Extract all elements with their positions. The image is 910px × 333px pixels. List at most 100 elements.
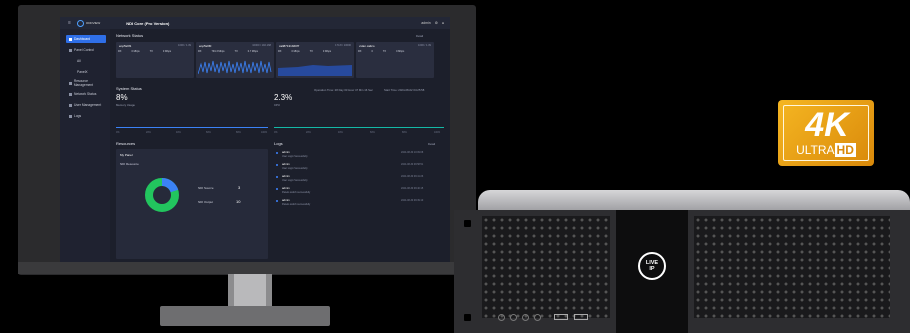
log-dot-icon [276,152,278,154]
live-ip-logo: LIVE IP [638,252,666,280]
axis-tick: 20% [146,131,151,134]
axis-tick: 0% [116,131,120,134]
tx-label: TX [309,50,313,53]
traffic-sparkline [198,60,272,75]
log-dot-icon [276,164,278,166]
notification-icon[interactable]: ● [442,21,444,25]
axis-tick: 0% [274,131,278,134]
log-time: 2024-08-30 09:58:51 [401,163,424,166]
log-time: 2024-08-30 09:40:15 [401,187,424,190]
resource-icon [69,81,72,85]
ndi-output-count: 10 [236,199,241,204]
sidebar-item-label: Dashboard [74,37,91,41]
4k-ultra-hd-badge: 4K ULTRA HD [778,100,874,166]
main-content: Network Status Detail enp5s0f1 1000 / 1.… [116,31,446,263]
sidebar-item-panelx[interactable]: PanelX [66,68,106,76]
traffic-area [278,65,352,76]
log-time: 2024-08-30 10:09:08 [401,151,424,154]
resources-panel: My Panel NDI Resource NDI Source 3 NDI O… [116,149,268,259]
sidebar-item-all[interactable]: All [66,57,106,65]
reset-button[interactable] [534,314,541,321]
rx-value: 0 Mbps [291,50,300,53]
sidebar-item-logs[interactable]: Logs [66,112,106,120]
logs-icon [69,114,72,118]
right-vent-grille [694,216,890,318]
card-name: enp5s0f0 [199,44,212,48]
monitor: ≡ ODDVIEW NDI Core (Pro Version) admin ⚙… [18,5,476,275]
cpu-value: 2.3% [274,93,293,102]
panel-name[interactable]: My Panel [120,153,133,157]
card-name: enp5s0f1 [119,44,132,48]
rack-hole [464,220,471,227]
logo-icon [76,19,84,27]
monitor-stand-neck [228,274,272,310]
ndi-output-label: NDI Output [198,200,214,204]
badge-4k-text: 4K [805,106,849,144]
log-dot-icon [276,200,278,202]
log-message: Panels switch successfully [282,203,311,206]
tx-label: TX [149,50,153,53]
log-time: 2024-08-30 09:41:26 [401,175,424,178]
sidebar-item-panel-control[interactable]: Panel Control [66,46,106,54]
card-info: 10000 / 192.168 [252,44,271,47]
usb-port-icon [574,314,588,320]
tx-label: TX [382,50,387,53]
sidebar-item-label: Resource Management [73,79,94,87]
sidebar: Dashboard Panel Control All PanelX Resou… [60,29,110,265]
center-logo-panel: LIVE IP [616,210,688,333]
sidebar-item-label: User Management [74,103,102,107]
network-card: enp5s0f0 10000 / 192.168 RX 794.3 Mbps TX 0… [196,42,274,78]
card-info: 1000 / 1.39 [178,44,191,47]
badge-ultrahd-text: ULTRA HD [787,143,865,157]
sidebar-item-label: PanelX [77,70,88,74]
badge-frame: 4K ULTRA HD [783,105,869,161]
monitor-chin [18,262,476,274]
log-message: Panels switch successfully [282,191,311,194]
left-vent-grille [482,216,610,318]
sidebar-item-label: Panel Control [74,48,94,52]
server-front-panel: LIVE IP [454,210,910,333]
sidebar-item-dashboard[interactable]: Dashboard [66,35,106,43]
log-message: User Login Successfully [282,179,308,182]
network-icon [69,92,72,96]
settings-icon[interactable]: ⚙ [435,21,438,25]
log-time: 2024-08-30 09:39:10 [401,199,424,202]
sidebar-item-label: Logs [74,114,82,118]
logs-title: Logs [274,141,283,146]
rx-label: RX [278,50,282,53]
sidebar-item-user-management[interactable]: User Management [66,101,106,109]
monitor-stand-base [160,306,330,326]
uptime-text: Operation Time: 28 Day 03 Hour 47 Min 16… [314,88,373,92]
log-user: admin [282,174,290,178]
network-detail-link[interactable]: Detail [416,34,423,38]
rx-label: RX [358,50,362,53]
card-name: vxlan.calico [359,44,375,48]
axis-tick: 60% [370,131,375,134]
user-icon [69,103,72,107]
menu-icon[interactable]: ≡ [68,20,71,26]
sidebar-item-network-status[interactable]: Network Status [66,90,106,98]
app-title: NDI Core (Pro Version) [126,20,170,26]
rack-hole [464,314,471,321]
power-led-icon [498,314,505,321]
badge-hd-text: HD [834,143,856,157]
network-status-title: Network Status [116,33,144,38]
log-message: User Login Successfully [282,167,308,170]
logs-detail-link[interactable]: Detail [428,142,435,146]
user-menu[interactable]: admin [421,21,431,25]
card-info: 174.8 / 10000 [335,44,351,47]
rx-value: 0 Mbps [131,50,140,53]
status-led-icon [510,314,517,321]
log-message: User Login Successfully [282,155,308,158]
axis-tick: 40% [176,131,181,134]
network-card: vxlan.calico 1000 / 1.39 RX 0 TX 0 Mbps [356,42,434,78]
resource-donut [145,177,179,212]
badge-ultra-text: ULTRA [796,143,835,157]
log-dot-icon [276,176,278,178]
network-card: cali87131b60f7 174.8 / 10000 RX 0 Mbps TX 0… [276,42,354,78]
rx-value: 0 [371,50,373,53]
top-bar: ≡ ODDVIEW NDI Core (Pro Version) admin ⚙… [60,17,450,29]
sidebar-item-resource-management[interactable]: Resource Management [66,79,106,87]
tx-value: 0 Mbps [322,50,332,53]
memory-value: 8% [116,93,128,102]
